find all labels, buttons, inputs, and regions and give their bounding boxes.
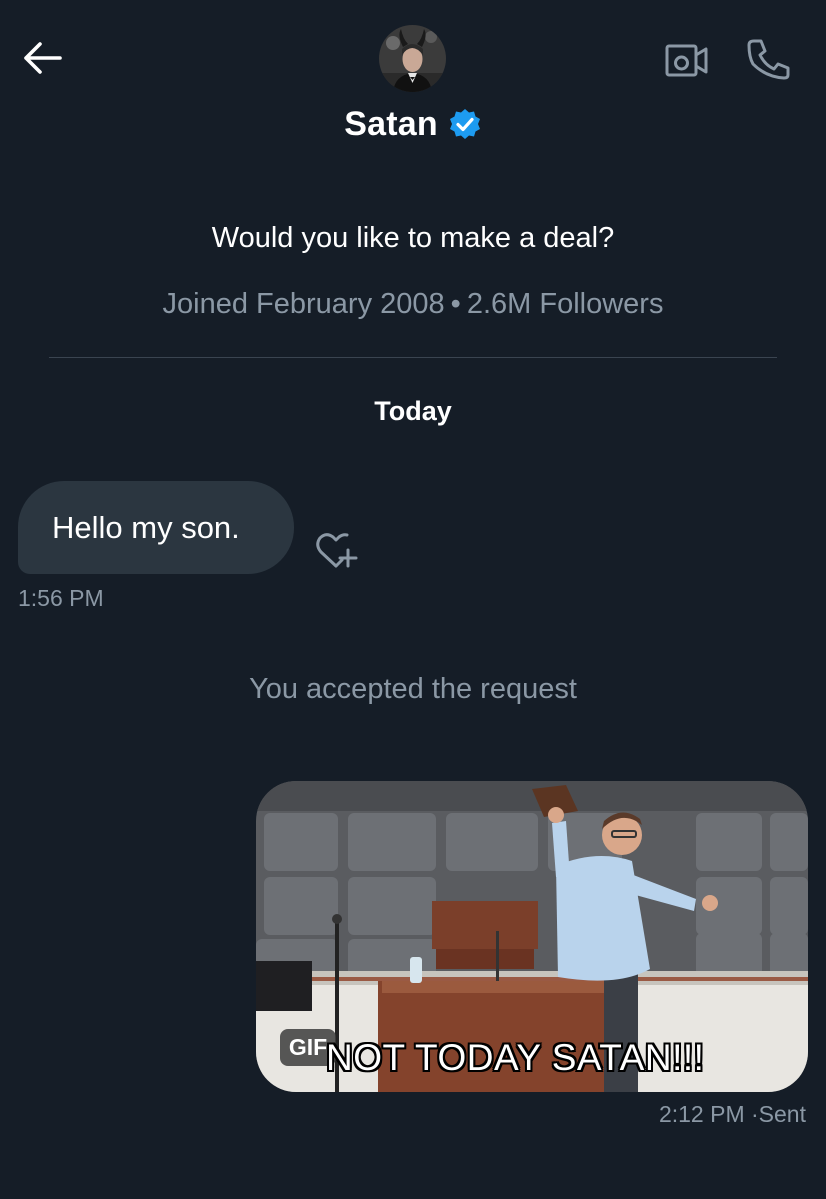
contact-meta: Joined February 2008 • 2.6M Followers — [0, 288, 826, 321]
contact-avatar[interactable] — [379, 25, 446, 92]
arrow-left-icon — [24, 42, 62, 74]
sent-status: Sent — [758, 1101, 806, 1127]
received-message-bubble[interactable]: Hello my son. — [18, 481, 294, 574]
day-separator: Today — [374, 396, 452, 426]
back-button[interactable] — [20, 38, 64, 78]
contact-name-row[interactable]: Satan — [0, 100, 826, 148]
system-message: You accepted the request — [249, 673, 577, 705]
phone-icon — [747, 39, 790, 80]
profile-divider — [49, 357, 777, 358]
dm-conversation-screen: Satan Would you like to make a deal? Joi… — [0, 0, 826, 1199]
message-text: Hello my son. — [52, 509, 240, 545]
contact-bio: Would you like to make a deal? — [211, 222, 615, 254]
verified-badge-icon — [449, 109, 480, 139]
message-timestamp: 1:56 PM — [18, 585, 104, 611]
sent-message-time: 2:12 PM — [658, 1101, 745, 1127]
contact-name: Satan — [344, 104, 438, 143]
joined-date: Joined February 2008 — [162, 288, 445, 320]
phone-call-button[interactable] — [744, 36, 792, 82]
video-call-button[interactable] — [662, 40, 710, 80]
add-reaction-button[interactable] — [312, 528, 360, 572]
sent-gif-message[interactable]: GIF NOT TODAY SATAN!!! — [256, 781, 808, 1092]
add-reaction-heart-icon — [316, 533, 358, 568]
meta-separator: • — [450, 288, 461, 320]
video-camera-icon — [665, 44, 708, 77]
followers-count[interactable]: 2.6M Followers — [467, 288, 664, 320]
sent-message-status: 2:12 PM ·Sent — [659, 1101, 806, 1128]
status-separator: · — [751, 1101, 759, 1127]
gif-caption: NOT TODAY SATAN!!! — [326, 1037, 705, 1078]
